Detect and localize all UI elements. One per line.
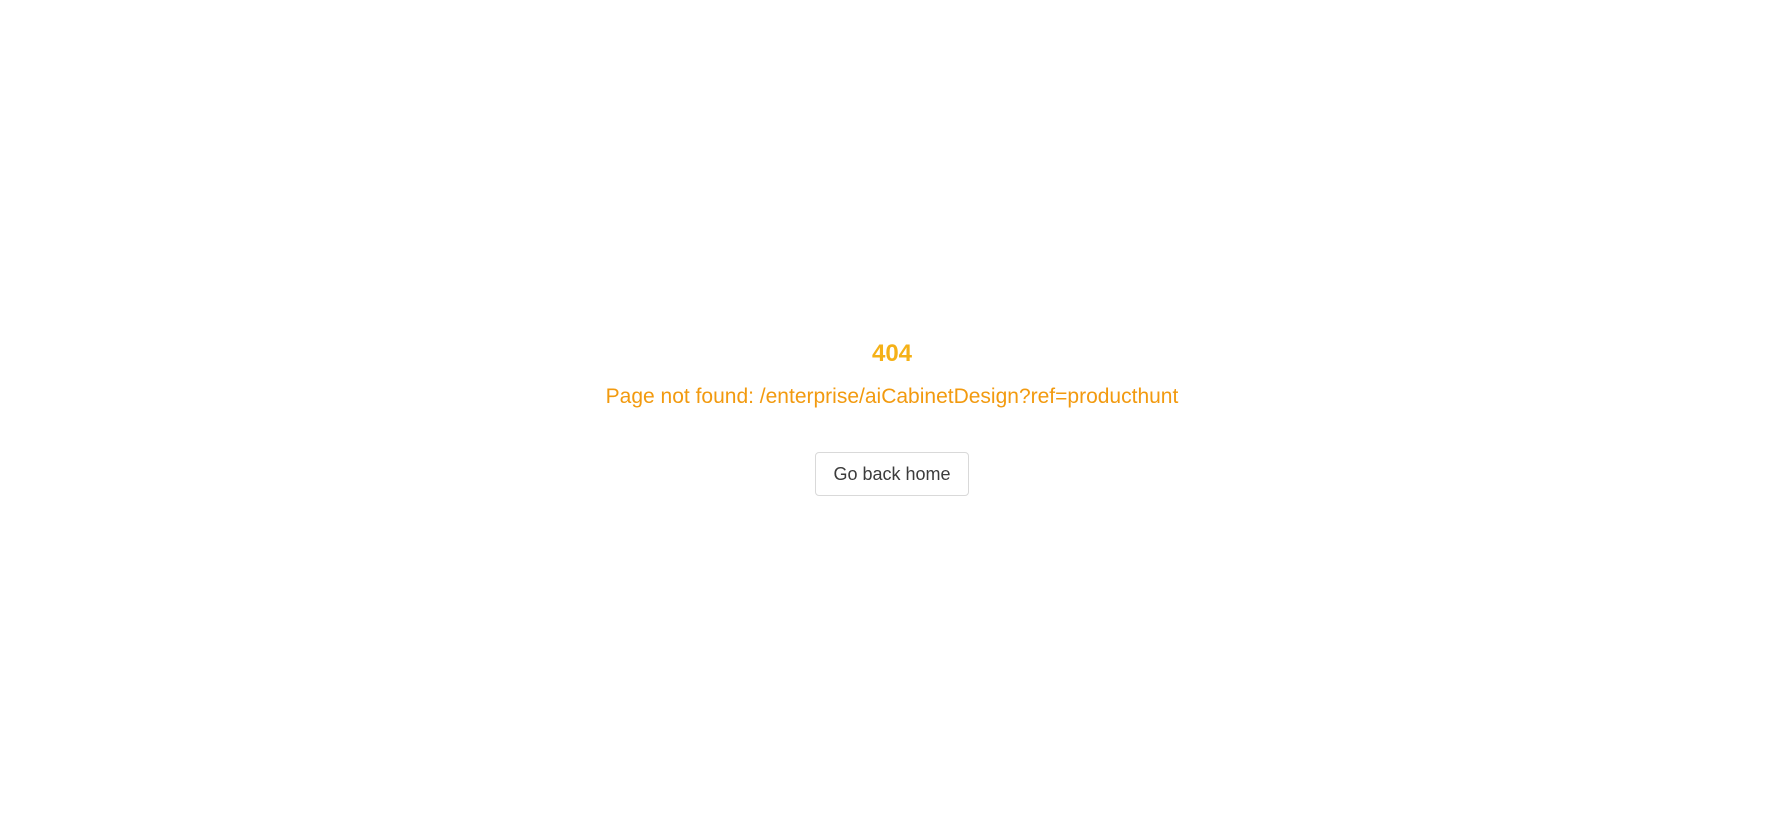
error-code: 404 <box>871 340 913 367</box>
error-block: 404 Page not found: /enterprise/aiCabine… <box>0 336 1784 496</box>
go-back-home-button[interactable]: Go back home <box>815 452 969 496</box>
not-found-page: 404 Page not found: /enterprise/aiCabine… <box>0 0 1784 836</box>
error-message: Page not found: /enterprise/aiCabinetDes… <box>605 385 1179 408</box>
